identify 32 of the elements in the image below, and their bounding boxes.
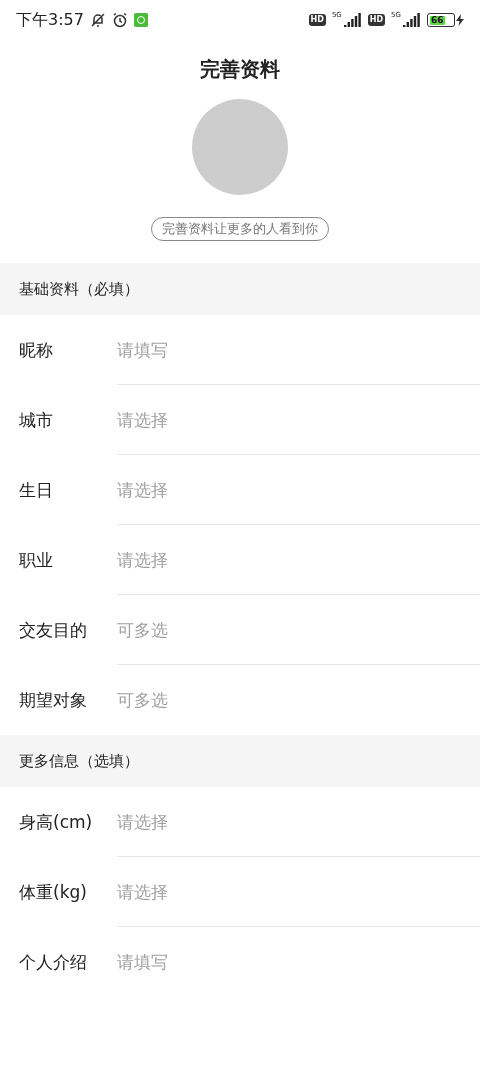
- input-field[interactable]: 请填写: [117, 927, 480, 997]
- battery-icon: [427, 13, 455, 27]
- status-time: 下午3:57: [16, 9, 84, 31]
- input-field[interactable]: 请选择: [117, 787, 480, 856]
- field-label: 生日: [18, 478, 54, 502]
- charging-icon: [456, 14, 464, 26]
- field-label: 昵称: [18, 338, 54, 362]
- input-field[interactable]: 请选择: [117, 857, 480, 926]
- signal-icon: [343, 13, 362, 27]
- alarm-icon: [111, 12, 128, 28]
- input-field[interactable]: 可多选: [117, 595, 480, 664]
- input-field[interactable]: 请选择: [117, 525, 480, 594]
- field-label: 体重(kg): [18, 880, 88, 904]
- hd-badge: HD: [308, 14, 326, 26]
- field-label: 身高(cm): [18, 810, 94, 834]
- section-header: 更多信息（选填）: [0, 735, 480, 787]
- field-label: 交友目的: [18, 618, 88, 642]
- input-field[interactable]: 请选择: [117, 455, 480, 524]
- input-field[interactable]: 可多选: [117, 665, 480, 735]
- field-label: 期望对象: [18, 688, 88, 712]
- page-title: 完善资料: [199, 56, 281, 83]
- field-label: 个人介绍: [18, 950, 88, 974]
- app-icon: [133, 13, 148, 27]
- bell-off-icon: [89, 12, 106, 28]
- field-label: 城市: [18, 408, 54, 432]
- input-field[interactable]: 请填写: [117, 315, 480, 384]
- hd-badge: HD: [367, 14, 386, 26]
- input-field[interactable]: 请选择: [117, 385, 480, 454]
- battery-level: 66: [431, 15, 444, 25]
- field-label: 职业: [18, 548, 54, 572]
- section-header: 基础资料（必填）: [0, 263, 480, 315]
- signal-icon: [403, 13, 421, 27]
